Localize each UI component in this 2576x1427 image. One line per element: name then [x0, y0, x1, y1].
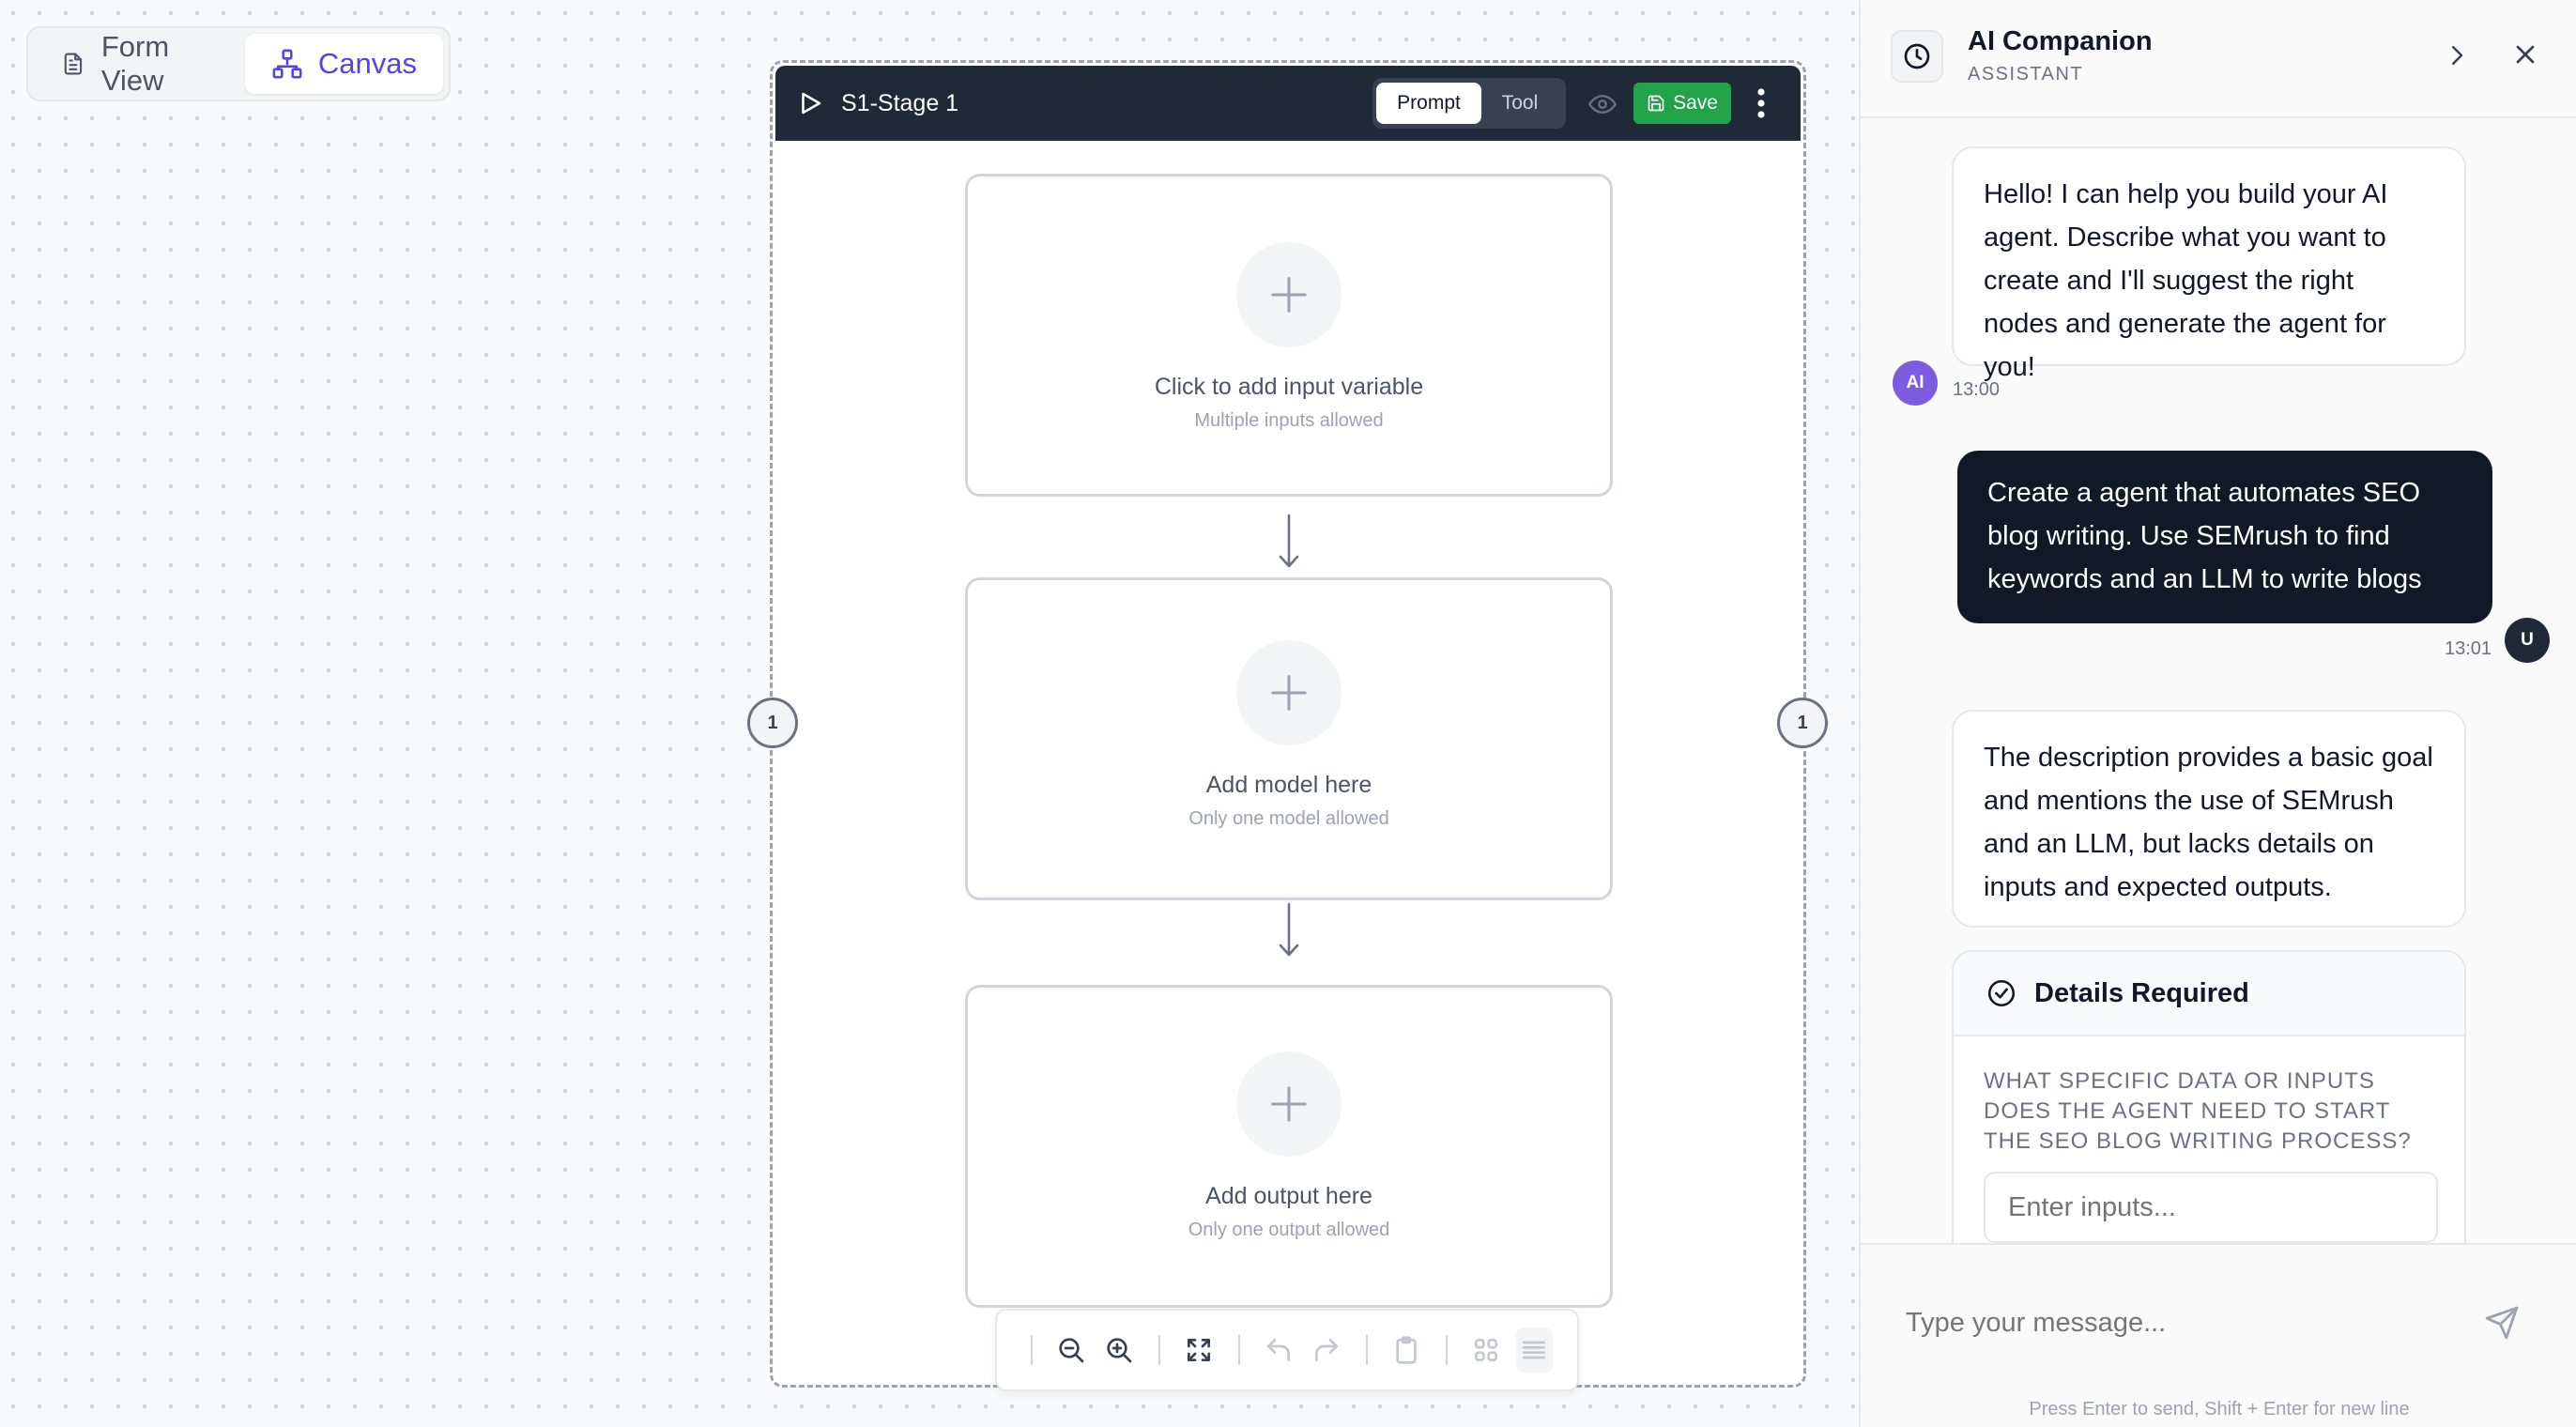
panel-title: AI Companion — [1968, 26, 2153, 56]
zoom-out-button[interactable] — [1053, 1327, 1090, 1373]
fit-view-button[interactable] — [1181, 1327, 1218, 1373]
ai-message: The description provides a basic goal an… — [1952, 710, 2466, 928]
history-button[interactable] — [1891, 30, 1943, 83]
redo-button[interactable] — [1309, 1327, 1345, 1373]
arrow-down-icon — [1279, 902, 1299, 957]
ai-companion-panel: AI Companion ASSISTANT Hello! I can help… — [1859, 0, 2576, 1427]
clock-icon — [1904, 43, 1930, 69]
zoom-in-button[interactable] — [1101, 1327, 1138, 1373]
form-view-tab[interactable]: Form View — [34, 30, 241, 97]
output-port[interactable]: 1 — [1777, 698, 1828, 748]
chevron-right-icon[interactable] — [2443, 41, 2471, 69]
message-timestamp: 13:00 — [1953, 379, 2001, 400]
tab-tool[interactable]: Tool — [1481, 83, 1558, 124]
node-title: Add output here — [1205, 1183, 1372, 1209]
panel-header: AI Companion ASSISTANT — [1861, 0, 2576, 118]
ai-avatar: AI — [1893, 361, 1938, 406]
message-timestamp: 13:01 — [2445, 638, 2492, 659]
toolbar-divider — [1366, 1335, 1368, 1365]
canvas-tab[interactable]: Canvas — [244, 34, 443, 94]
stage-mode-tabs: Prompt Tool — [1372, 78, 1566, 129]
plus-icon — [1271, 675, 1307, 711]
stage-title[interactable]: S1-Stage 1 — [796, 89, 958, 117]
toolbar-divider — [1158, 1335, 1160, 1365]
ai-message: Hello! I can help you build your AI agen… — [1952, 146, 2466, 382]
toolbar-divider — [1237, 1335, 1240, 1365]
user-message: Create a agent that automates SEO blog w… — [1957, 451, 2492, 623]
redo-icon — [1315, 1339, 1339, 1361]
details-header: Details Required — [1954, 952, 2464, 1036]
list-icon — [1523, 1341, 1546, 1359]
canvas-toolbar — [995, 1309, 1579, 1391]
paste-button[interactable] — [1388, 1327, 1425, 1373]
send-icon[interactable] — [2484, 1305, 2520, 1341]
tab-prompt[interactable]: Prompt — [1376, 83, 1481, 124]
zoom-in-icon — [1107, 1338, 1132, 1363]
add-output-button[interactable] — [1236, 1051, 1342, 1157]
model-node[interactable]: Add model here Only one model allowed — [965, 577, 1613, 900]
user-avatar: U — [2505, 618, 2550, 663]
panel-subtitle: ASSISTANT — [1968, 64, 2084, 84]
details-title: Details Required — [2034, 977, 2249, 1008]
node-title: Click to add input variable — [1154, 374, 1424, 400]
eye-icon[interactable] — [1588, 90, 1617, 118]
composer-hint: Press Enter to send, Shift + Enter for n… — [2029, 1399, 2410, 1419]
message-composer: Press Enter to send, Shift + Enter for n… — [1861, 1243, 2576, 1427]
node-subtitle: Multiple inputs allowed — [1194, 410, 1384, 431]
node-subtitle: Only one model allowed — [1188, 808, 1389, 829]
close-icon[interactable] — [2510, 39, 2540, 69]
stage-title-text: S1-Stage 1 — [841, 89, 959, 116]
document-icon — [64, 53, 83, 75]
details-input[interactable] — [1984, 1172, 2438, 1243]
canvas-label: Canvas — [317, 47, 417, 80]
input-port[interactable]: 1 — [747, 698, 798, 748]
zoom-out-icon — [1059, 1338, 1084, 1363]
more-vertical-icon[interactable] — [1756, 86, 1767, 120]
message-input[interactable] — [1906, 1299, 2431, 1346]
plus-icon — [1271, 277, 1307, 313]
list-layout-button[interactable] — [1515, 1327, 1554, 1373]
add-input-button[interactable] — [1236, 242, 1342, 347]
node-title: Add model here — [1205, 772, 1372, 798]
auto-layout-button[interactable] — [1468, 1327, 1505, 1373]
toolbar-divider — [1031, 1335, 1033, 1365]
output-node[interactable]: Add output here Only one output allowed — [965, 985, 1613, 1308]
input-variable-node[interactable]: Click to add input variable Multiple inp… — [965, 174, 1613, 497]
check-circle-icon — [1987, 979, 2016, 1007]
undo-button[interactable] — [1261, 1327, 1297, 1373]
floppy-icon — [1648, 95, 1664, 112]
view-toggle: Form View Canvas — [26, 26, 451, 101]
arrow-down-icon — [1279, 514, 1299, 568]
workflow-icon — [272, 49, 302, 79]
details-required-card: Details Required WHAT SPECIFIC DATA OR I… — [1952, 950, 2466, 1260]
add-model-button[interactable] — [1236, 640, 1342, 745]
save-button[interactable]: Save — [1633, 83, 1731, 124]
stage-frame: S1-Stage 1 Prompt Tool Save Click to add… — [770, 60, 1806, 1388]
clipboard-icon — [1396, 1336, 1418, 1364]
node-subtitle: Only one output allowed — [1188, 1220, 1390, 1240]
stage-header: S1-Stage 1 Prompt Tool Save — [775, 66, 1801, 141]
plus-icon — [1271, 1086, 1307, 1122]
save-label: Save — [1673, 92, 1718, 114]
grid-icon — [1475, 1339, 1498, 1361]
fit-view-icon — [1188, 1339, 1211, 1361]
form-view-label: Form View — [100, 30, 170, 97]
undo-icon — [1267, 1339, 1291, 1361]
details-question: WHAT SPECIFIC DATA OR INPUTS DOES THE AG… — [1984, 1068, 2412, 1154]
play-icon[interactable] — [796, 89, 824, 117]
toolbar-divider — [1445, 1335, 1448, 1365]
